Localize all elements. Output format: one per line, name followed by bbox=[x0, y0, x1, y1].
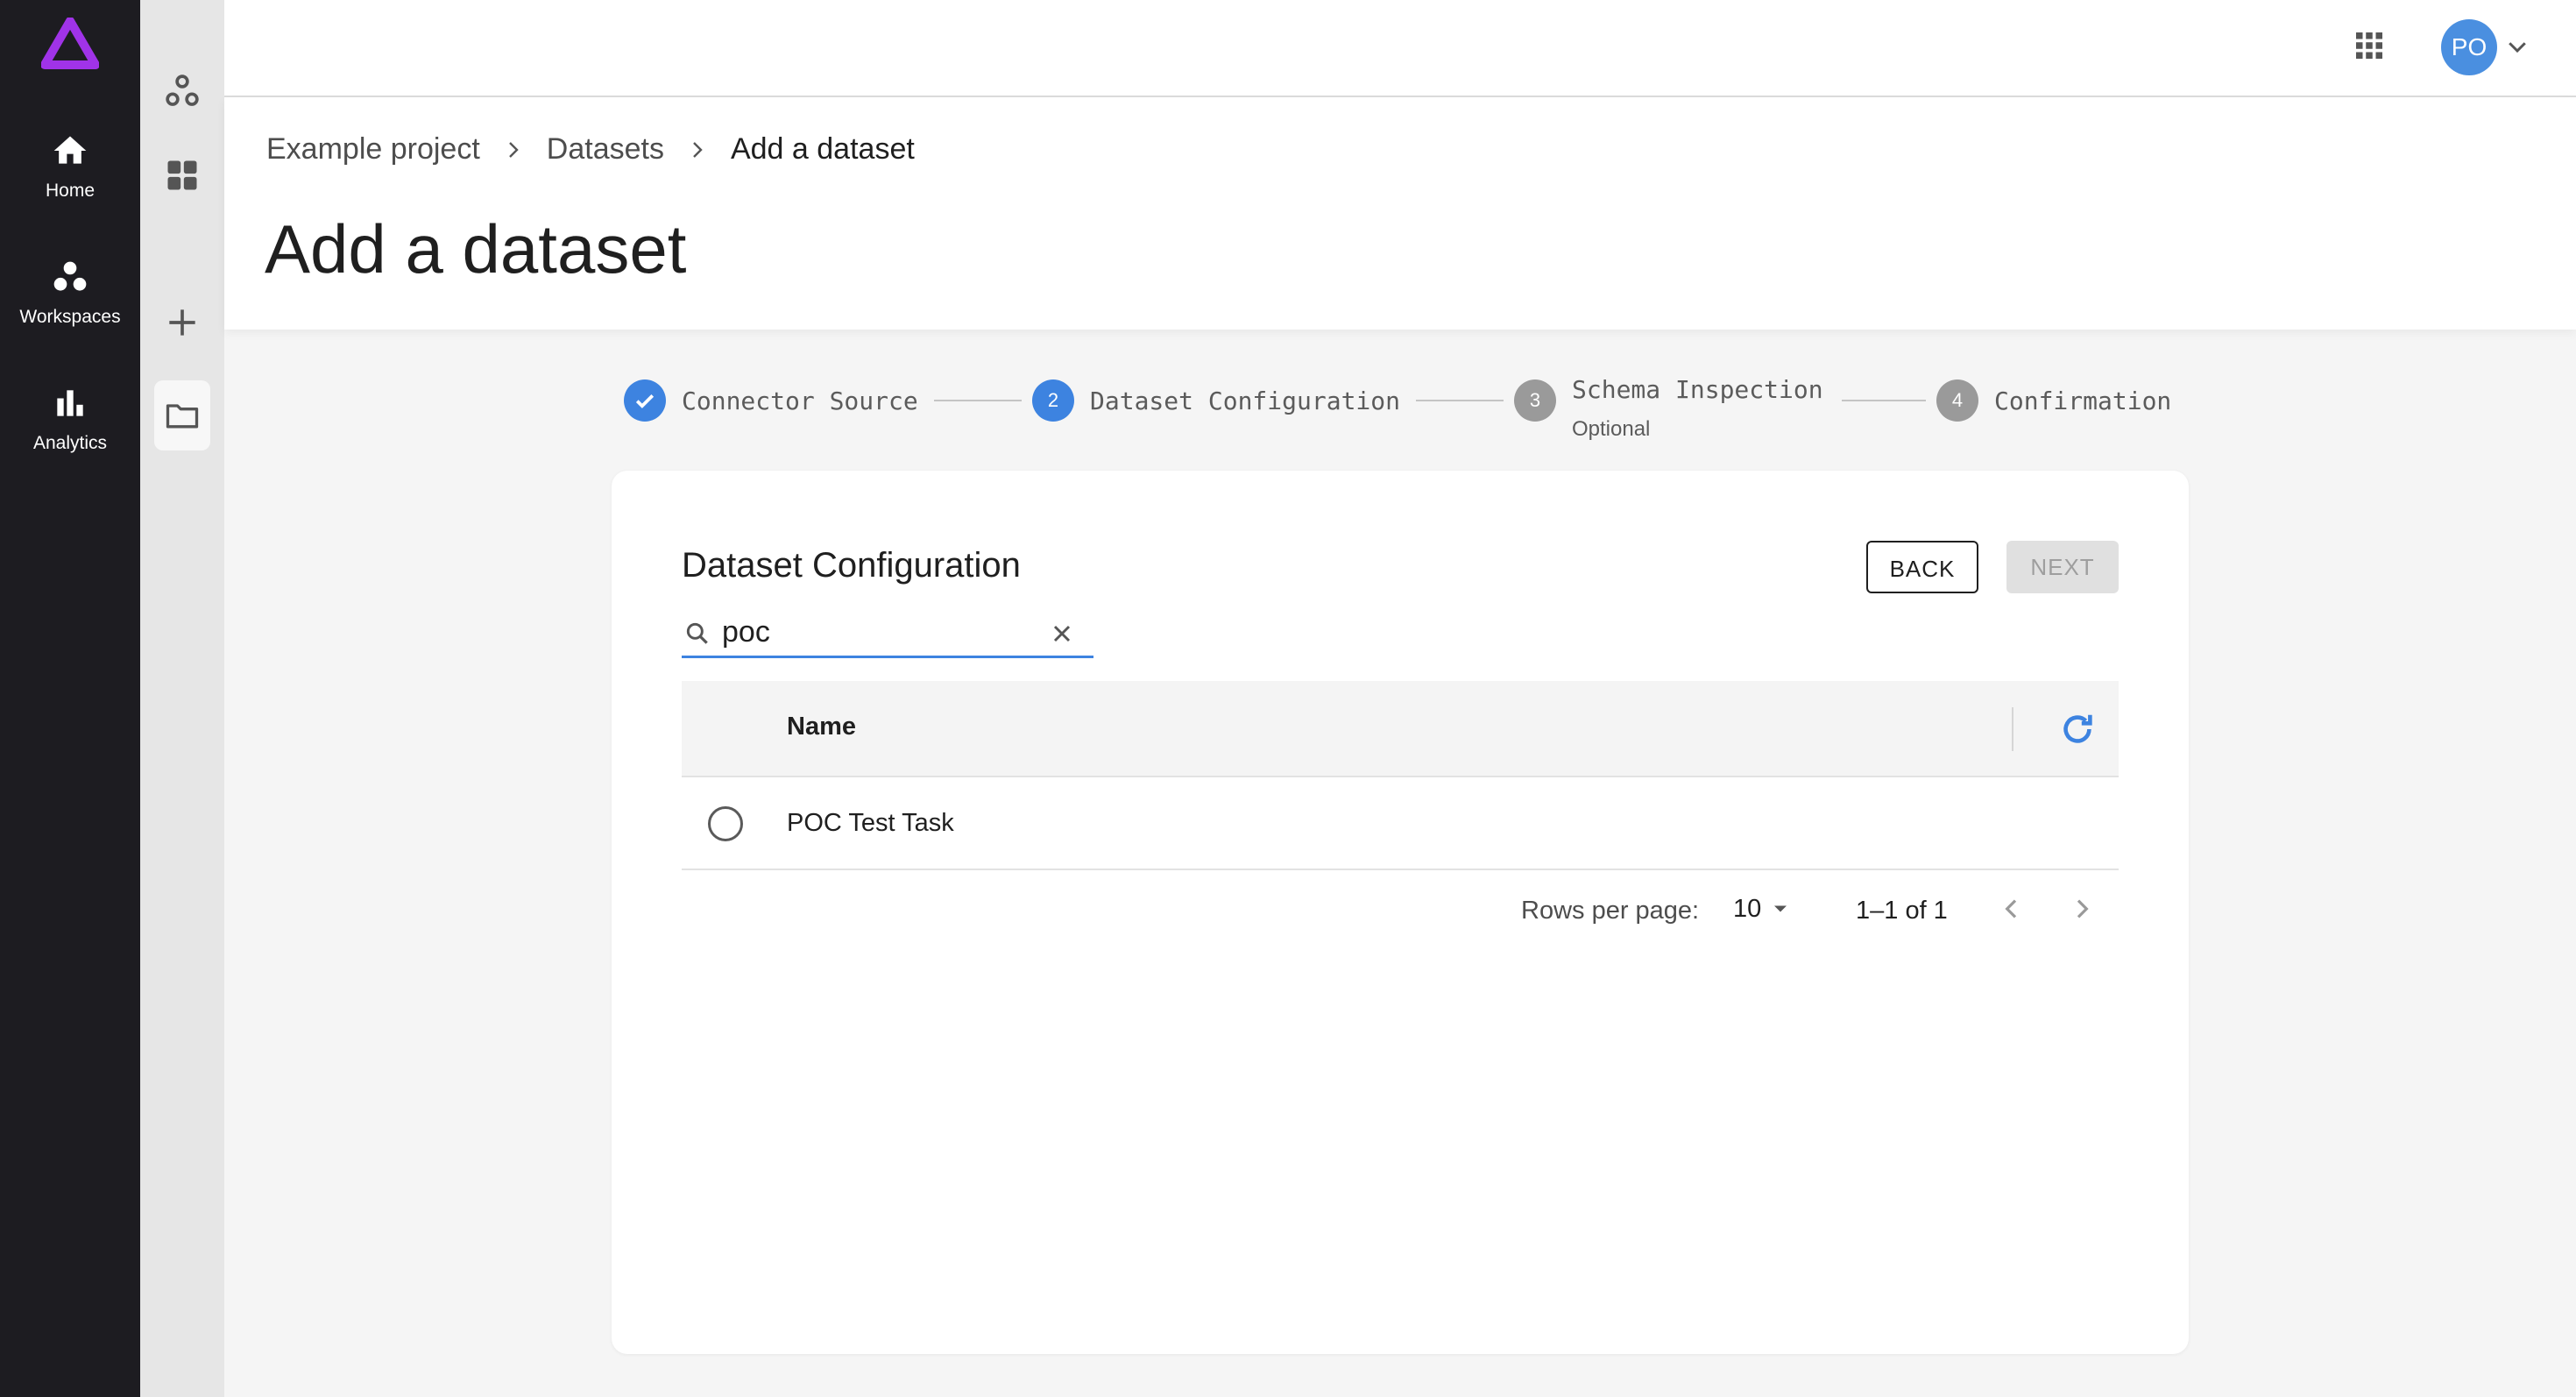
chevron-right-icon[interactable] bbox=[2068, 895, 2096, 923]
step-connector-source: Connector Source bbox=[624, 379, 918, 422]
check-icon bbox=[624, 379, 666, 422]
row-radio-button[interactable] bbox=[708, 806, 743, 841]
step-number: 4 bbox=[1936, 379, 1978, 422]
dashboard-icon[interactable] bbox=[163, 156, 202, 195]
chevron-down-icon[interactable] bbox=[2504, 33, 2530, 60]
breadcrumb-item-current: Add a dataset bbox=[730, 132, 915, 166]
dataset-configuration-card: Dataset Configuration BACK NEXT Name POC… bbox=[612, 471, 2189, 1354]
add-icon[interactable] bbox=[163, 303, 202, 342]
workspaces-icon bbox=[53, 261, 87, 291]
page-title: Add a dataset bbox=[265, 210, 687, 287]
apps-grid-icon[interactable] bbox=[2353, 30, 2385, 61]
step-schema-inspection: 3 Schema Inspection Optional bbox=[1514, 375, 1823, 441]
primary-nav-rail: Home Workspaces Analytics bbox=[0, 0, 140, 1397]
step-sublabel: Optional bbox=[1572, 417, 1651, 441]
rail-item-workspaces[interactable]: Workspaces bbox=[0, 258, 140, 328]
search-field bbox=[682, 609, 1093, 658]
step-label: Connector Source bbox=[682, 386, 918, 415]
graph-nodes-icon[interactable] bbox=[163, 72, 202, 110]
folder-nav-item[interactable] bbox=[154, 380, 210, 450]
step-label: Schema Inspection bbox=[1572, 374, 1823, 404]
chevron-right-icon bbox=[508, 141, 519, 158]
step-label: Confirmation bbox=[1994, 386, 2172, 415]
analytics-icon bbox=[57, 390, 83, 416]
pagination-range: 1–1 of 1 bbox=[1856, 897, 1948, 925]
step-number: 2 bbox=[1032, 379, 1074, 422]
refresh-icon[interactable] bbox=[2057, 709, 2098, 749]
caret-down-icon[interactable] bbox=[1768, 897, 1793, 921]
pagination: Rows per page: 10 1–1 of 1 bbox=[682, 883, 2119, 935]
secondary-nav-rail bbox=[140, 0, 224, 1397]
table-row[interactable]: POC Test Task bbox=[682, 777, 2119, 870]
step-connector-line bbox=[1842, 400, 1926, 401]
user-avatar[interactable]: PO bbox=[2441, 19, 2497, 75]
chevron-right-icon bbox=[693, 141, 703, 158]
rows-per-page-label: Rows per page: bbox=[1521, 897, 1700, 925]
breadcrumb-item-project[interactable]: Example project bbox=[266, 132, 480, 167]
rows-per-page-select[interactable]: 10 bbox=[1733, 895, 1761, 924]
step-connector-line bbox=[934, 400, 1022, 401]
card-title: Dataset Configuration bbox=[682, 546, 1021, 585]
rail-item-label: Home bbox=[45, 181, 96, 201]
rail-item-label: Analytics bbox=[32, 433, 108, 453]
column-header-name[interactable]: Name bbox=[787, 713, 856, 741]
rail-item-label: Workspaces bbox=[19, 307, 121, 327]
rail-item-home[interactable]: Home bbox=[0, 131, 140, 202]
top-bar: PO bbox=[224, 0, 2576, 97]
step-number: 3 bbox=[1514, 379, 1556, 422]
app-logo-icon[interactable] bbox=[41, 18, 99, 72]
rail-item-analytics[interactable]: Analytics bbox=[0, 384, 140, 454]
step-dataset-configuration: 2 Dataset Configuration bbox=[1032, 379, 1400, 422]
step-confirmation: 4 Confirmation bbox=[1936, 379, 2171, 422]
page-header: Example project Datasets Add a dataset A… bbox=[224, 97, 2576, 330]
chevron-left-icon[interactable] bbox=[1998, 895, 2026, 923]
back-button[interactable]: BACK bbox=[1866, 541, 1978, 593]
search-input[interactable] bbox=[722, 613, 1037, 651]
step-connector-line bbox=[1416, 400, 1504, 401]
home-icon bbox=[53, 136, 87, 164]
folder-icon bbox=[166, 404, 199, 429]
step-label: Dataset Configuration bbox=[1090, 386, 1401, 415]
close-icon[interactable] bbox=[1048, 620, 1076, 648]
datasets-table: Name POC Test Task bbox=[682, 681, 2119, 870]
breadcrumb-item-datasets[interactable]: Datasets bbox=[547, 132, 664, 167]
search-icon bbox=[686, 622, 708, 644]
breadcrumb: Example project Datasets Add a dataset bbox=[266, 132, 915, 167]
next-button[interactable]: NEXT bbox=[2006, 541, 2119, 593]
column-divider bbox=[2012, 707, 2013, 751]
table-header: Name bbox=[682, 681, 2119, 777]
row-name-cell: POC Test Task bbox=[787, 809, 954, 837]
